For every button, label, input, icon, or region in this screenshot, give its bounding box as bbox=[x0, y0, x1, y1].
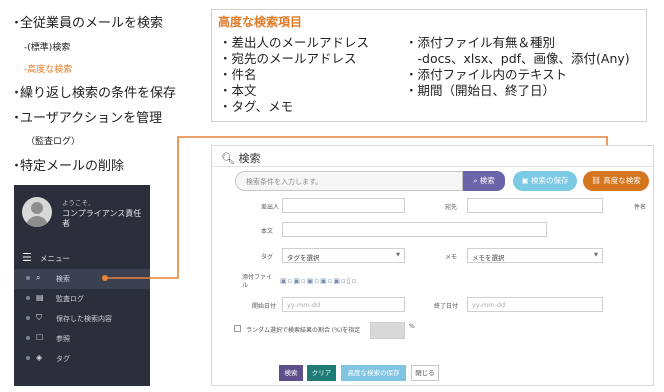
clear-button[interactable]: クリア bbox=[307, 365, 336, 381]
search-input[interactable]: 検索条件を入力します。 bbox=[235, 171, 463, 191]
attachment-type-icons[interactable]: ▣▫▣▫▣▫▣▫▣▫▯▫ bbox=[280, 277, 357, 285]
search-button[interactable]: ⌕ 検索 bbox=[463, 171, 505, 191]
sender-label: 差出人 bbox=[261, 204, 280, 211]
memo-label: メモ bbox=[445, 254, 458, 261]
magnifier-icon: 🔍︎ bbox=[221, 152, 235, 165]
attachment-label: 添付ファイル bbox=[242, 274, 273, 289]
caret-down-icon: ▼ bbox=[594, 252, 598, 258]
percent-label: % bbox=[409, 323, 415, 330]
panel-divider bbox=[212, 166, 653, 167]
search-icon: ⌕ bbox=[473, 176, 480, 185]
memo-select[interactable]: メモを選択 ▼ bbox=[467, 248, 603, 263]
save-icon: ▣ bbox=[521, 176, 531, 185]
body-field[interactable] bbox=[282, 222, 547, 237]
start-date-field[interactable]: yy-mm-dd bbox=[282, 297, 405, 312]
tag-label: タグ bbox=[261, 254, 274, 261]
bottom-search-button[interactable]: 検索 bbox=[279, 365, 303, 381]
binoculars-icon: ⛓ bbox=[591, 176, 604, 185]
end-date-field[interactable]: yy-mm-dd bbox=[467, 297, 603, 312]
random-checkbox[interactable] bbox=[234, 325, 241, 332]
sender-field[interactable] bbox=[282, 198, 405, 213]
body-label: 本文 bbox=[261, 228, 274, 235]
tag-select[interactable]: タグを選択 ▼ bbox=[282, 248, 405, 263]
to-field[interactable] bbox=[467, 198, 603, 213]
save-advanced-search-button[interactable]: 高度な検索の保存 bbox=[341, 365, 406, 381]
connector-dot bbox=[102, 275, 108, 281]
advanced-search-button[interactable]: ⛓ 高度な検索 bbox=[583, 171, 649, 191]
random-label: ランダム選択で検索結果の割合 (%)を指定 bbox=[246, 327, 361, 334]
end-date-label: 終了日付 bbox=[434, 303, 459, 310]
search-panel: 🔍︎ 検索 検索条件を入力します。 ⌕ 検索 ▣ 検索の保存 ⛓ 高度な検索 差… bbox=[211, 145, 654, 386]
subject-label: 件名 bbox=[634, 204, 647, 211]
close-button[interactable]: 閉じる bbox=[411, 365, 439, 381]
to-label: 宛先 bbox=[445, 204, 458, 211]
caret-down-icon: ▼ bbox=[396, 252, 400, 258]
start-date-label: 開始日付 bbox=[252, 303, 277, 310]
percent-input[interactable] bbox=[370, 322, 405, 339]
save-search-button[interactable]: ▣ 検索の保存 bbox=[513, 171, 577, 191]
panel-title: 🔍︎ 検索 bbox=[221, 152, 261, 165]
